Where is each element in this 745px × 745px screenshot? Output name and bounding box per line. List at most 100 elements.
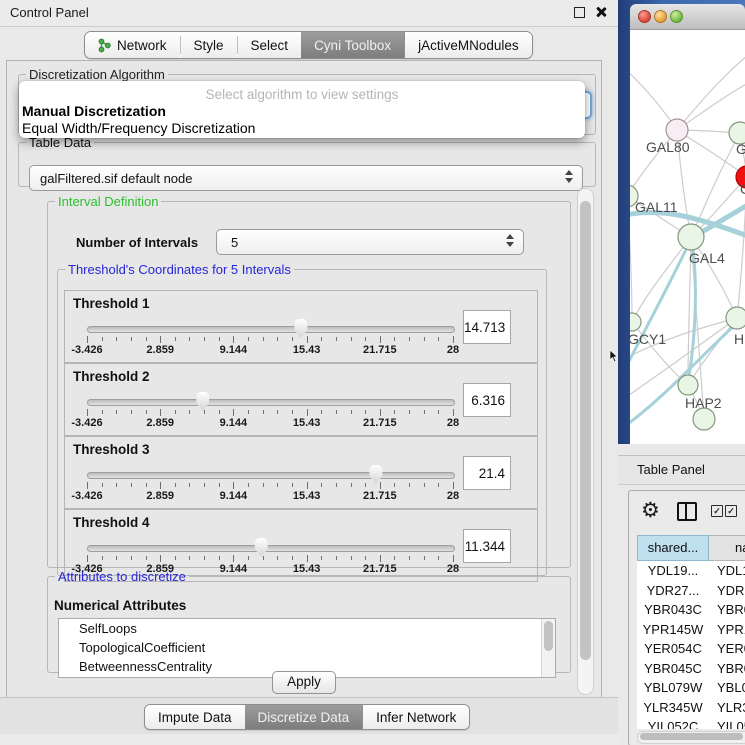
table-row[interactable]: YBR043CYBR04 <box>637 600 745 620</box>
network-node[interactable] <box>666 119 688 141</box>
network-node[interactable] <box>630 313 641 331</box>
close-traffic-light-icon[interactable] <box>638 10 651 23</box>
threshold-2-slider[interactable]: -3.4262.8599.14415.4321.71528 <box>87 364 453 435</box>
interval-definition-group: Interval Definition Number of Intervals … <box>47 194 571 568</box>
table-row[interactable]: YLR345WYLR34 <box>637 698 745 718</box>
tab-style[interactable]: Style <box>181 32 237 58</box>
column-header-name[interactable]: na <box>709 535 745 561</box>
checkbox-icon[interactable]: ✓ <box>711 505 723 517</box>
network-canvas[interactable]: GAL80GCGAL11GAL4GCY1HHAP2 <box>630 30 745 444</box>
network-node[interactable] <box>726 307 745 329</box>
slider-track[interactable] <box>87 545 455 552</box>
table-row[interactable]: YBR045CYBR04 <box>637 659 745 679</box>
table-toolbar: ⚙ ✓ ✓ <box>629 497 745 529</box>
network-window: GAL80GCGAL11GAL4GCY1HHAP2 <box>630 4 745 444</box>
dropdown-option-equal-width[interactable]: Equal Width/Frequency Discretization <box>22 120 255 136</box>
table-body: YDL19...YDL19YDR27...YDR27YBR043CYBR04YP… <box>637 561 745 729</box>
spinner-stepper-icon[interactable] <box>506 234 514 247</box>
network-window-titlebar <box>630 4 745 30</box>
tab-select[interactable]: Select <box>238 32 302 58</box>
vertical-scrollbar[interactable] <box>577 188 594 695</box>
tab-cyni-toolbox[interactable]: Cyni Toolbox <box>301 32 404 58</box>
settings-scrollpane: Interval Definition Number of Intervals … <box>14 188 594 693</box>
network-node[interactable] <box>693 408 715 430</box>
float-window-icon[interactable] <box>574 7 585 18</box>
node-label: H <box>734 331 744 347</box>
attributes-group: Attributes to discretize Numerical Attri… <box>47 569 571 673</box>
table-header-row: shared... na <box>637 535 745 561</box>
threshold-panel-1: Threshold 1 -3.4262.8599.14415.4321.7152… <box>64 290 538 363</box>
tab-jactivemnodules-label: jActiveMNodules <box>418 38 519 53</box>
threshold-3-slider[interactable]: -3.4262.8599.14415.4321.71528 <box>87 437 453 508</box>
dropdown-option-manual[interactable]: Manual Discretization <box>22 103 166 119</box>
tab-jactivemnodules[interactable]: jActiveMNodules <box>405 32 532 58</box>
node-label: G <box>736 141 745 157</box>
cyni-toolbox-content: Discretization Algorithm Table Data galF… <box>6 60 602 699</box>
scrollbar-thumb[interactable] <box>544 621 553 651</box>
threshold-2-value-field[interactable]: 6.316 <box>463 383 511 417</box>
scrollbar-thumb[interactable] <box>580 201 591 660</box>
minimize-traffic-light-icon[interactable] <box>654 10 667 23</box>
tab-style-label: Style <box>194 38 224 53</box>
thresholds-group: Threshold's Coordinates for 5 Intervals … <box>57 262 547 576</box>
threshold-1-value-field[interactable]: 14.713 <box>463 310 511 344</box>
node-label: GAL4 <box>689 250 725 266</box>
close-icon[interactable] <box>595 6 607 18</box>
panel-title: Control Panel <box>10 5 89 20</box>
table-panel: ⚙ ✓ ✓ shared... na YDL19...YDL19YDR27...… <box>628 490 745 745</box>
discretization-algorithm-title: Discretization Algorithm <box>26 67 168 82</box>
tab-infer-network[interactable]: Infer Network <box>363 705 469 729</box>
threshold-3-value-field[interactable]: 21.4 <box>463 456 511 490</box>
table-row[interactable]: YBL079WYBL07 <box>637 678 745 698</box>
algorithm-dropdown-popup: Select algorithm to view settings Manual… <box>19 81 585 138</box>
mouse-cursor <box>609 349 619 363</box>
network-node[interactable] <box>678 224 704 250</box>
attributes-title: Attributes to discretize <box>55 569 189 584</box>
table-row[interactable]: YER054CYER05 <box>637 639 745 659</box>
checkbox-icon[interactable]: ✓ <box>725 505 737 517</box>
zoom-traffic-light-icon[interactable] <box>670 10 683 23</box>
attribute-item[interactable]: SelfLoops <box>59 619 555 638</box>
table-row[interactable]: YIL052CYIL05 <box>637 717 745 729</box>
number-of-intervals-value: 5 <box>231 235 238 250</box>
threshold-panel-2: Threshold 2 -3.4262.8599.14415.4321.7152… <box>64 363 538 436</box>
scrollbar-thumb[interactable] <box>640 733 743 740</box>
thresholds-title: Threshold's Coordinates for 5 Intervals <box>65 262 294 277</box>
numerical-attributes-list[interactable]: SelfLoopsTopologicalCoefficientBetweenne… <box>58 618 556 678</box>
gear-icon[interactable]: ⚙ <box>641 499 660 523</box>
table-data-selected: galFiltered.sif default node <box>40 171 192 186</box>
slider-scale-labels: -3.4262.8599.14415.4321.71528 <box>87 344 453 356</box>
dropdown-hint: Select algorithm to view settings <box>19 87 585 102</box>
node-label: GCY1 <box>630 331 666 347</box>
network-node[interactable] <box>678 375 698 395</box>
tab-network-label: Network <box>117 38 167 53</box>
slider-scale-labels: -3.4262.8599.14415.4321.71528 <box>87 417 453 429</box>
node-label: GAL11 <box>635 199 678 215</box>
threshold-4-value-field[interactable]: 11.344 <box>463 529 511 563</box>
tab-discretize-data[interactable]: Discretize Data <box>245 705 363 729</box>
number-of-intervals-spinner[interactable]: 5 <box>216 229 524 255</box>
column-header-shared-name[interactable]: shared... <box>637 535 709 561</box>
screen: Control Panel Network Style Select Cyni … <box>0 0 745 745</box>
slider-track[interactable] <box>87 399 455 406</box>
network-window-frame: GAL80GCGAL11GAL4GCY1HHAP2 <box>618 0 745 444</box>
threshold-1-slider[interactable]: -3.4262.8599.14415.4321.71528 <box>87 291 453 362</box>
tab-impute-data[interactable]: Impute Data <box>145 705 245 729</box>
list-scrollbar[interactable] <box>541 619 555 677</box>
attribute-item[interactable]: TopologicalCoefficient <box>59 638 555 657</box>
apply-button[interactable]: Apply <box>272 671 336 694</box>
tab-network[interactable]: Network <box>85 32 180 58</box>
slider-track[interactable] <box>87 326 455 333</box>
tab-discretize-data-label: Discretize Data <box>258 710 350 725</box>
slider-track[interactable] <box>87 472 455 479</box>
table-panel-titlebar: Table Panel <box>618 455 745 485</box>
tab-impute-data-label: Impute Data <box>158 710 232 725</box>
horizontal-scrollbar[interactable] <box>637 731 745 744</box>
table-row[interactable]: YDR27...YDR27 <box>637 581 745 601</box>
control-panel-titlebar: Control Panel <box>0 0 618 27</box>
table-row[interactable]: YPR145WYPR14 <box>637 620 745 640</box>
bottom-tab-bar: Impute Data Discretize Data Infer Networ… <box>144 704 470 730</box>
table-row[interactable]: YDL19...YDL19 <box>637 561 745 581</box>
split-columns-icon[interactable] <box>677 502 697 521</box>
combo-stepper-icon <box>565 170 573 183</box>
